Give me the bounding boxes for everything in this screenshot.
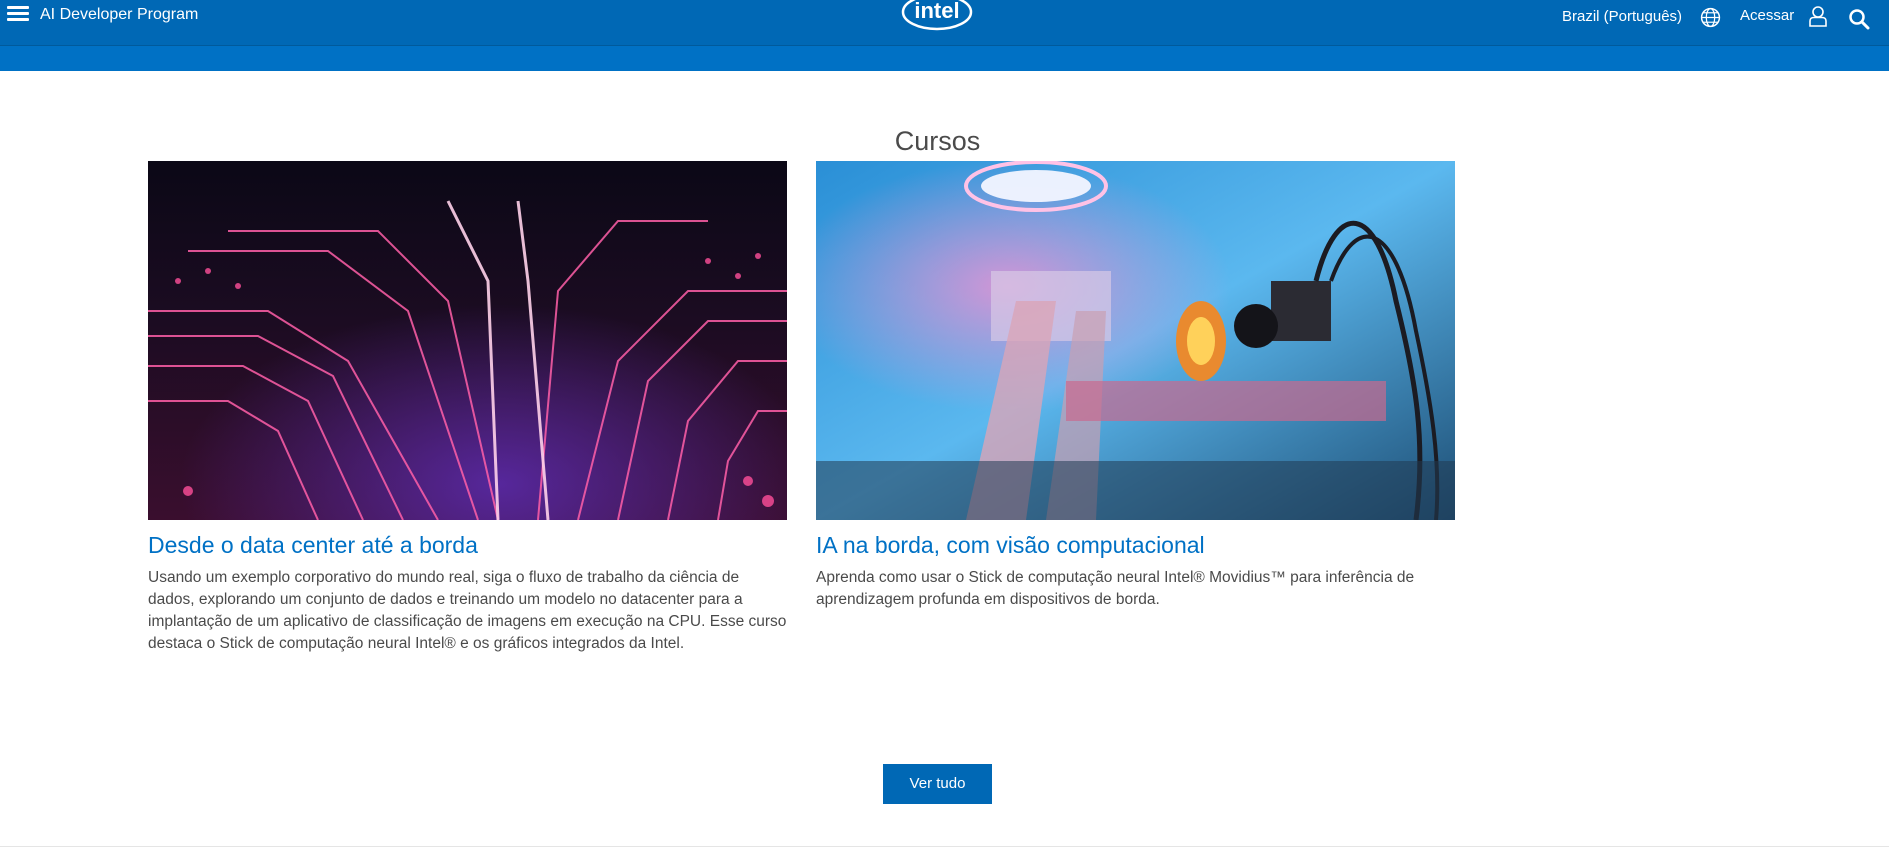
globe-icon[interactable] [1700,7,1721,28]
program-name[interactable]: AI Developer Program [40,6,198,24]
circuit-board-image[interactable] [148,161,787,520]
course-card: Desde o data center até a borda Usando u… [148,161,787,655]
course-description: Aprenda como usar o Stick de computação … [816,569,1415,608]
footer-divider [0,846,1889,847]
search-icon[interactable] [1848,8,1870,30]
secondary-navigation-bar [0,45,1889,71]
hamburger-menu-icon[interactable] [7,4,29,26]
login-link[interactable]: Acessar [1740,7,1794,24]
logo-wordmark: intel [914,0,959,23]
top-navigation-bar: AI Developer Program intel Brazil (Portu… [0,0,1889,45]
course-title-link[interactable]: Desde o data center até a borda [148,532,787,559]
course-title-link[interactable]: IA na borda, com visão computacional [816,532,1455,559]
region-selector[interactable]: Brazil (Português) [1562,8,1682,25]
view-all-button[interactable]: Ver tudo [883,764,992,804]
intel-logo[interactable]: intel [900,0,975,40]
course-description: Usando um exemplo corporativo do mundo r… [148,569,787,652]
course-card: IA na borda, com visão computacional Apr… [816,161,1455,611]
computer-vision-lab-image[interactable] [816,161,1455,520]
user-icon[interactable] [1808,5,1828,27]
section-title: Cursos [894,126,981,157]
